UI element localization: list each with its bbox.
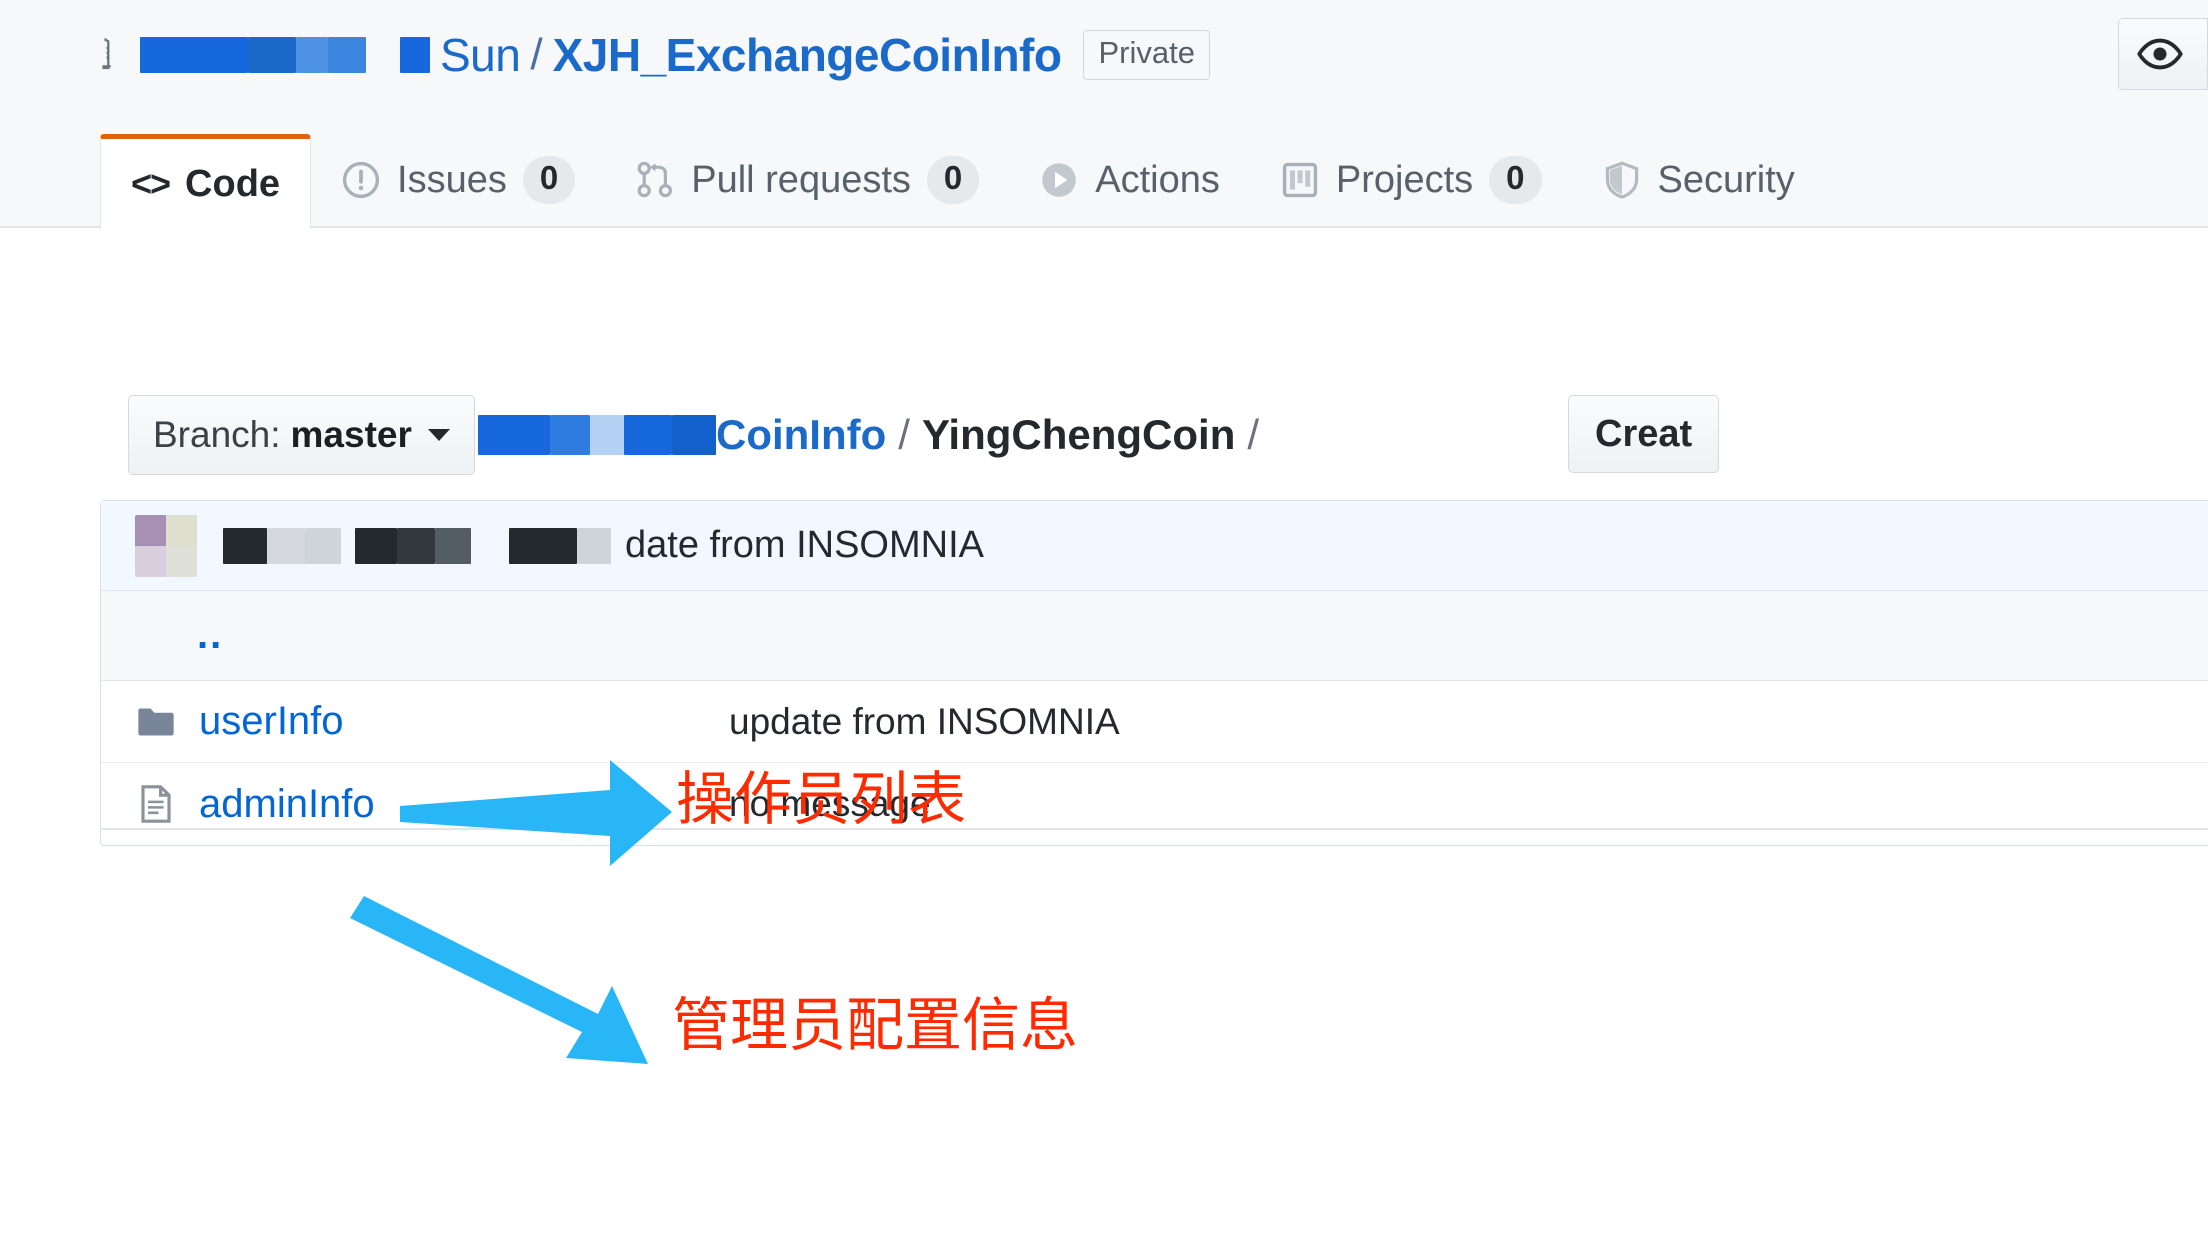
file-name-link[interactable]: adminInfo xyxy=(199,782,729,827)
play-icon xyxy=(1042,163,1077,197)
tab-security-label: Security xyxy=(1657,159,1795,201)
repo-name-link[interactable]: XJH_ExchangeCoinInfo xyxy=(553,28,1062,82)
repo-tab-nav: <> Code Issues 0 Pull requests 0 Actions… xyxy=(0,130,2208,230)
tab-pull-requests-counter: 0 xyxy=(926,156,980,204)
annotation-label-userinfo: 操作员列表 xyxy=(676,765,967,833)
annotation-label-admininfo: 管理员配置信息 xyxy=(672,991,1079,1059)
tab-code[interactable]: <> Code xyxy=(100,134,312,230)
parent-directory-row[interactable]: .. xyxy=(101,591,2208,681)
tab-pull-requests-label: Pull requests xyxy=(691,159,911,201)
redacted-breadcrumb-root xyxy=(478,415,716,455)
branch-name-label: master xyxy=(290,414,412,455)
file-commit-message: update from INSOMNIA xyxy=(729,700,1120,742)
git-pull-request-icon xyxy=(637,161,673,198)
create-new-file-button[interactable]: Creat xyxy=(1568,395,1720,473)
branch-prefix-label: Branch: xyxy=(153,414,281,455)
folder-icon xyxy=(138,708,174,735)
shield-icon xyxy=(1605,161,1638,199)
chevron-down-icon xyxy=(427,429,450,441)
file-name-link[interactable]: userInfo xyxy=(199,699,729,744)
tab-pull-requests[interactable]: Pull requests 0 xyxy=(605,132,1009,228)
content-divider xyxy=(100,828,2208,830)
file-icon xyxy=(141,785,171,823)
breadcrumb-separator: / xyxy=(898,411,910,458)
github-repo-page: Sun / XJH_ExchangeCoinInfo Private <> Co… xyxy=(0,0,2208,1252)
redacted-owner-name xyxy=(140,37,430,73)
redacted-commit-author xyxy=(223,527,611,564)
tab-code-label: Code xyxy=(185,162,281,205)
visibility-badge: Private xyxy=(1083,30,1210,80)
watch-button[interactable] xyxy=(2118,18,2208,90)
tab-projects[interactable]: Projects 0 xyxy=(1250,132,1572,228)
tab-issues-label: Issues xyxy=(397,159,507,201)
breadcrumb-root-link[interactable]: CoinInfo xyxy=(716,411,886,459)
annotation-arrow-2 xyxy=(350,896,648,1064)
parent-directory-link[interactable]: .. xyxy=(197,613,223,658)
repo-separator: / xyxy=(530,30,543,79)
breadcrumb: CoinInfo / YingChengCoin / xyxy=(478,405,1271,465)
project-board-icon xyxy=(1282,162,1317,198)
file-list-table: date from INSOMNIA .. userInfo update fr… xyxy=(100,500,2208,846)
repo-owner-link[interactable]: Sun xyxy=(440,28,521,82)
tab-actions-label: Actions xyxy=(1095,159,1220,201)
breadcrumb-current-dir: YingChengCoin xyxy=(921,411,1236,458)
latest-commit-row: date from INSOMNIA xyxy=(101,501,2208,591)
tab-actions[interactable]: Actions xyxy=(1009,132,1250,228)
tab-issues-counter: 0 xyxy=(522,156,576,204)
table-row[interactable]: adminInfo no message xyxy=(101,763,2208,845)
issue-opened-icon xyxy=(342,161,380,199)
tab-issues[interactable]: Issues 0 xyxy=(311,132,605,228)
branch-select-button[interactable]: Branch: master xyxy=(128,395,475,475)
tab-security[interactable]: Security xyxy=(1572,132,1825,228)
eye-icon xyxy=(2137,38,2183,70)
tab-projects-label: Projects xyxy=(1335,159,1474,201)
latest-commit-message: date from INSOMNIA xyxy=(625,524,984,566)
repo-icon xyxy=(102,38,111,70)
avatar xyxy=(135,514,197,577)
tab-projects-counter: 0 xyxy=(1489,156,1542,204)
file-navigation-toolbar: Branch: master CoinInfo / YingChengCoin … xyxy=(100,395,2208,481)
create-new-file-label: Creat xyxy=(1595,412,1693,455)
table-row[interactable]: userInfo update from INSOMNIA xyxy=(101,681,2208,763)
breadcrumb-trailing-slash: / xyxy=(1247,411,1260,458)
code-icon: <> xyxy=(131,162,171,204)
repo-title: Sun / XJH_ExchangeCoinInfo Private xyxy=(100,20,1210,90)
